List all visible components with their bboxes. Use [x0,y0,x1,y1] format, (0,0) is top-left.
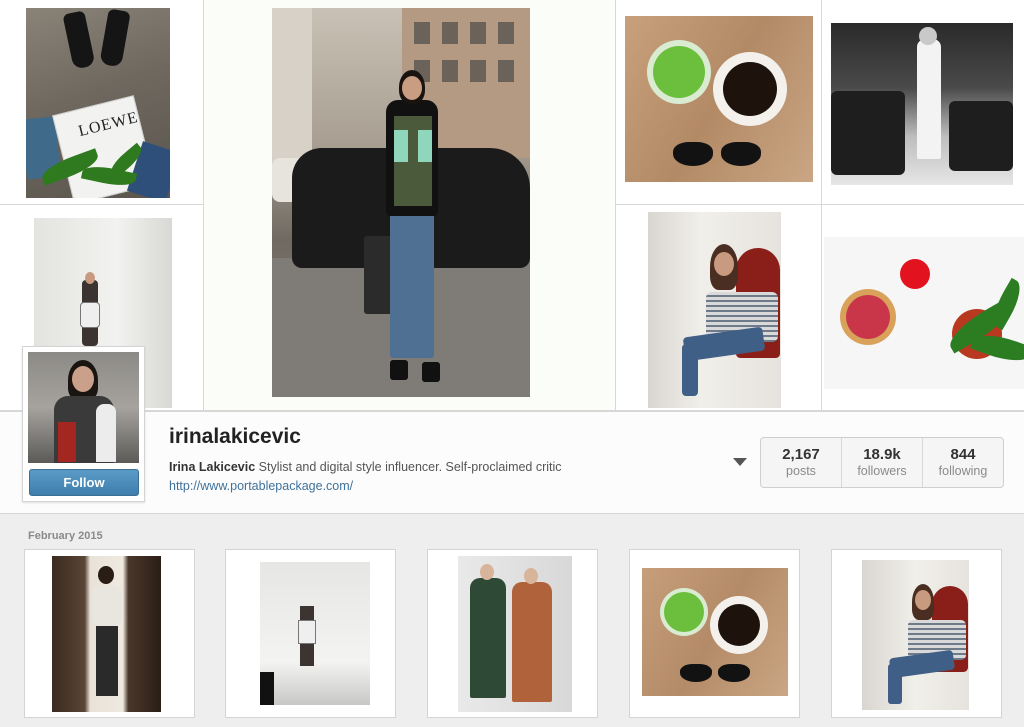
post-thumbnail-mirror-selfie[interactable] [24,549,195,718]
collage-cell [204,0,616,411]
post-thumbnail-woman-chair[interactable] [831,549,1002,718]
profile-avatar-card: Follow [22,346,145,502]
stat-label: posts [786,464,816,478]
stat-posts[interactable]: 2,167 posts [761,438,842,487]
collage-cell [616,0,822,205]
post-thumbnail-woman-walking[interactable] [225,549,396,718]
stat-following[interactable]: 844 following [923,438,1003,487]
stat-value: 844 [950,446,976,463]
post-thumbnail-two-models[interactable] [427,549,598,718]
collage-photo-boots[interactable]: LOEWE [26,8,170,198]
follow-button[interactable]: Follow [29,469,139,496]
collage-cell: LOEWE [0,0,204,205]
feed-month-label: February 2015 [28,530,103,542]
profile-username: irinalakicevic [169,425,301,448]
collage-cell [616,205,822,411]
stat-label: followers [857,464,907,478]
collage-photo-runway[interactable] [831,23,1013,185]
collage-cell [822,0,1024,205]
post-thumbnail-matcha-coffee[interactable] [629,549,800,718]
profile-bio: Irina Lakicevic Stylist and digital styl… [169,460,562,474]
profile-stats: 2,167 posts 18.9k followers 844 followin… [760,437,1004,488]
collage-photo-raspberry-drink[interactable] [824,237,1024,389]
stat-value: 18.9k [863,446,901,463]
collage-cell [822,205,1024,411]
profile-full-name: Irina Lakicevic [169,460,256,474]
profile-website-link[interactable]: http://www.portablepackage.com/ [169,479,353,493]
stat-followers[interactable]: 18.9k followers [842,438,923,487]
stat-label: following [938,464,988,478]
avatar[interactable] [28,352,139,463]
collage-photo-woman-chair[interactable] [648,212,781,408]
profile-header-collage: LOEWE [0,0,1024,411]
profile-bio-text: Stylist and digital style influencer. Se… [255,460,562,474]
collage-photo-matcha-coffee[interactable] [625,16,813,182]
post-grid [24,549,1004,719]
collage-photo-street-style[interactable] [272,8,530,397]
stat-value: 2,167 [782,446,820,463]
chevron-down-icon[interactable] [733,458,747,466]
